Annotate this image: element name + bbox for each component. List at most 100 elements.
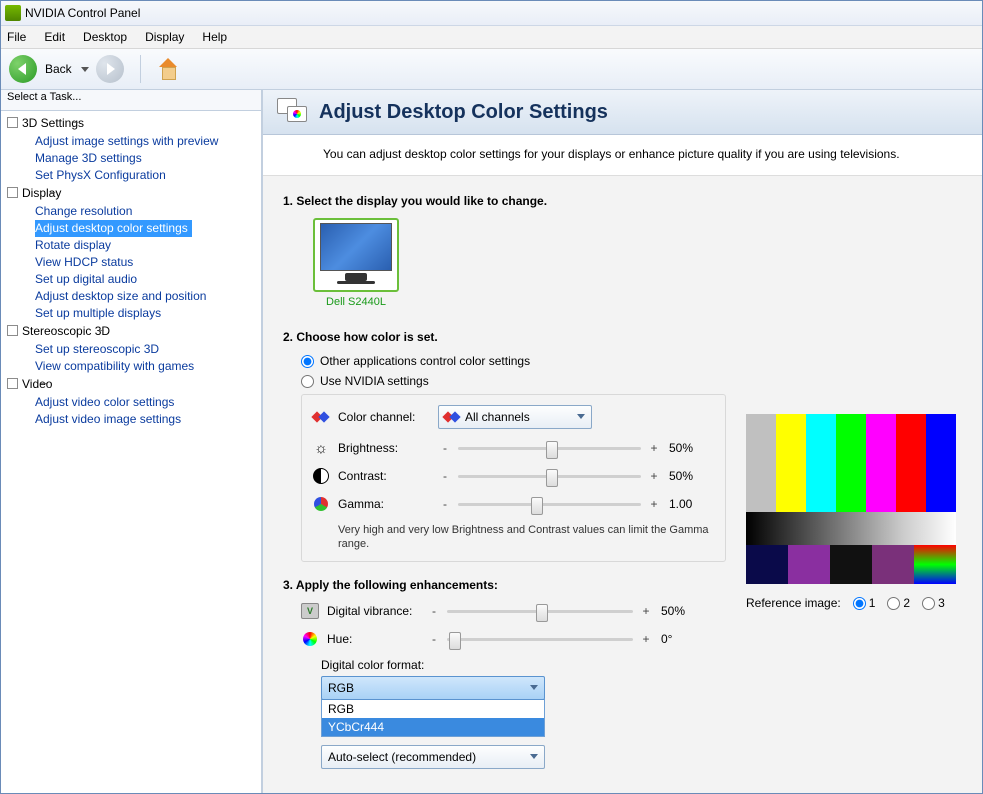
back-button[interactable] [9, 55, 37, 83]
plus-icon: + [647, 469, 661, 483]
gamma-value: 1.00 [669, 497, 711, 511]
radio-other-apps[interactable] [301, 355, 314, 368]
step3-title: 3. Apply the following enhancements: [283, 578, 726, 592]
tree-group[interactable]: Video [7, 376, 255, 394]
title-bar: NVIDIA Control Panel [1, 1, 982, 26]
monitor-icon [313, 218, 399, 292]
brightness-value: 50% [669, 441, 711, 455]
digital-vibrance-label: Digital vibrance: [327, 604, 427, 618]
digital-color-format-value: RGB [328, 681, 354, 695]
plus-icon: + [647, 441, 661, 455]
tree-item[interactable]: Rotate display [7, 237, 255, 254]
contrast-label: Contrast: [338, 469, 438, 483]
display-selector[interactable]: Dell S2440L [313, 218, 399, 308]
tree-item[interactable]: Adjust desktop color settings [35, 220, 192, 237]
tree-item[interactable]: Adjust image settings with preview [7, 133, 255, 150]
hue-label: Hue: [327, 632, 427, 646]
dcf-option-rgb[interactable]: RGB [322, 700, 544, 718]
nvidia-control-panel-window: NVIDIA Control Panel File Edit Desktop D… [0, 0, 983, 794]
brightness-label: Brightness: [338, 441, 438, 455]
minus-icon: - [438, 497, 452, 511]
tree-item[interactable]: Set PhysX Configuration [7, 167, 255, 184]
tree-item[interactable]: View HDCP status [7, 254, 255, 271]
tree-group[interactable]: 3D Settings [7, 115, 255, 133]
tree-item[interactable]: Adjust desktop size and position [7, 288, 255, 305]
tree-item[interactable]: Adjust video image settings [7, 411, 255, 428]
task-tree: 3D SettingsAdjust image settings with pr… [1, 111, 261, 433]
tree-item[interactable]: Adjust video color settings [7, 394, 255, 411]
contrast-slider[interactable] [458, 467, 641, 485]
contrast-icon [312, 467, 330, 485]
gamma-slider[interactable] [458, 495, 641, 513]
tree-item[interactable]: Set up digital audio [7, 271, 255, 288]
ref-img-1[interactable] [853, 597, 866, 610]
plus-icon: + [647, 497, 661, 511]
menu-desktop[interactable]: Desktop [83, 30, 127, 44]
menu-file[interactable]: File [7, 30, 26, 44]
nav-separator [140, 55, 141, 83]
navigation-bar: Back [1, 49, 982, 90]
content-pane: Adjust Desktop Color Settings You can ad… [263, 90, 982, 793]
brightness-slider[interactable] [458, 439, 641, 457]
back-history-dropdown[interactable] [80, 64, 90, 74]
digital-vibrance-slider[interactable] [447, 602, 633, 620]
radio-nvidia-settings-label: Use NVIDIA settings [320, 374, 429, 388]
color-channel-value: All channels [465, 410, 530, 424]
digital-color-format-combo[interactable]: RGB [321, 676, 545, 700]
tree-item[interactable]: View compatibility with games [7, 358, 255, 375]
window-title: NVIDIA Control Panel [25, 6, 140, 20]
auto-select-combo[interactable]: Auto-select (recommended) [321, 745, 545, 769]
minus-icon: - [438, 441, 452, 455]
color-channel-combo[interactable]: All channels [438, 405, 592, 429]
menu-bar: File Edit Desktop Display Help [1, 26, 982, 49]
radio-other-apps-label: Other applications control color setting… [320, 354, 530, 368]
home-icon[interactable] [157, 58, 179, 80]
radio-nvidia-settings[interactable] [301, 375, 314, 388]
hue-slider[interactable] [447, 630, 633, 648]
digital-vibrance-value: 50% [661, 604, 703, 618]
color-channel-combo-icon [445, 410, 459, 424]
step2-title: 2. Choose how color is set. [283, 330, 726, 344]
tree-item[interactable]: Change resolution [7, 203, 255, 220]
tree-item[interactable]: Set up stereoscopic 3D [7, 341, 255, 358]
color-settings-icon [277, 98, 309, 126]
tree-group[interactable]: Display [7, 185, 255, 203]
brightness-icon [312, 439, 330, 457]
minus-icon: - [427, 632, 441, 646]
plus-icon: + [639, 632, 653, 646]
gamma-icon [312, 495, 330, 513]
minus-icon: - [438, 469, 452, 483]
menu-help[interactable]: Help [202, 30, 227, 44]
gamma-label: Gamma: [338, 497, 438, 511]
page-intro: You can adjust desktop color settings fo… [263, 135, 982, 175]
reference-image-label: Reference image: [746, 596, 841, 610]
minus-icon: - [427, 604, 441, 618]
ref-img-3[interactable] [922, 597, 935, 610]
nvidia-icon [5, 5, 21, 21]
hue-value: 0° [661, 632, 703, 646]
page-header: Adjust Desktop Color Settings [263, 90, 982, 135]
contrast-value: 50% [669, 469, 711, 483]
reference-image [746, 414, 956, 584]
auto-select-value: Auto-select (recommended) [328, 750, 476, 764]
hue-icon [301, 630, 319, 648]
step1-title: 1. Select the display you would like to … [283, 194, 726, 208]
tree-group[interactable]: Stereoscopic 3D [7, 323, 255, 341]
forward-button[interactable] [96, 55, 124, 83]
page-title: Adjust Desktop Color Settings [319, 101, 608, 124]
tree-item[interactable]: Manage 3D settings [7, 150, 255, 167]
display-name: Dell S2440L [313, 296, 399, 308]
color-channel-label: Color channel: [338, 410, 438, 424]
ref-img-2[interactable] [887, 597, 900, 610]
sidebar-header: Select a Task... [1, 90, 261, 111]
menu-display[interactable]: Display [145, 30, 184, 44]
reference-image-selector: Reference image: 1 2 3 [746, 596, 966, 610]
gamma-note: Very high and very low Brightness and Co… [338, 523, 711, 551]
back-label[interactable]: Back [45, 62, 72, 76]
task-sidebar: Select a Task... 3D SettingsAdjust image… [1, 90, 263, 793]
menu-edit[interactable]: Edit [44, 30, 65, 44]
tree-item[interactable]: Set up multiple displays [7, 305, 255, 322]
dcf-option-ycbcr444[interactable]: YCbCr444 [322, 718, 544, 736]
digital-color-format-label: Digital color format: [321, 658, 726, 672]
digital-vibrance-icon: V [301, 602, 319, 620]
